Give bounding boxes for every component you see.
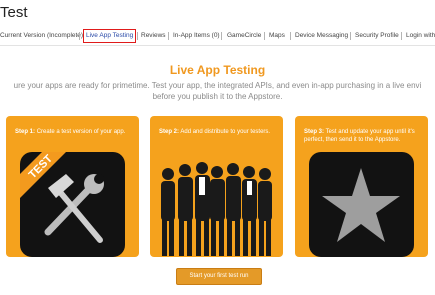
test-tools-icon: TEST: [20, 152, 125, 257]
tab-gamecircle[interactable]: GameCircle: [227, 29, 261, 43]
tab-bar: Current Version (Incomplete) Live App Te…: [0, 28, 435, 44]
step-2-caption: Step 2: Add and distribute to your teste…: [159, 128, 277, 136]
tab-separator: [137, 32, 138, 40]
tab-separator: [79, 32, 80, 40]
step-2-label: Step 2:: [159, 129, 180, 135]
tab-device-messaging[interactable]: Device Messaging: [295, 29, 348, 43]
tab-maps[interactable]: Maps: [269, 29, 285, 43]
intro-line-2: before you publish it to the Appstore.: [152, 92, 283, 101]
testers-group-icon: [154, 152, 279, 257]
tab-security-profile[interactable]: Security Profile: [355, 29, 399, 43]
start-test-run-button[interactable]: Start your first test run: [176, 268, 262, 285]
step-card-2: Step 2: Add and distribute to your teste…: [150, 116, 283, 257]
step-3-label: Step 3:: [304, 129, 325, 135]
tab-separator: [264, 32, 265, 40]
tab-separator: [401, 32, 402, 40]
page-heading: Live App Testing: [169, 63, 266, 77]
tab-separator: [221, 32, 222, 40]
step-card-1: Step 1: Create a test version of your ap…: [6, 116, 139, 257]
step-1-text: Create a test version of your app.: [36, 129, 126, 135]
step-card-3: Step 3: Test and update your app until i…: [295, 116, 428, 257]
step-3-caption: Step 3: Test and update your app until i…: [304, 128, 422, 144]
app-title: Test: [0, 4, 28, 21]
step-2-text: Add and distribute to your testers.: [180, 129, 271, 135]
tab-live-app-testing[interactable]: Live App Testing: [83, 29, 137, 43]
tab-current-version[interactable]: Current Version (Incomplete): [0, 29, 83, 43]
tab-login-with-amazon[interactable]: Login with A: [406, 29, 435, 43]
step-1-caption: Step 1: Create a test version of your ap…: [15, 128, 133, 136]
tab-divider: [0, 45, 435, 46]
star-app-icon: [309, 152, 414, 257]
tab-separator: [290, 32, 291, 40]
tab-separator: [168, 32, 169, 40]
page-intro: ure your apps are ready for primetime. T…: [0, 80, 435, 102]
tab-in-app-items[interactable]: In-App Items (0): [173, 29, 220, 43]
tab-reviews[interactable]: Reviews: [141, 29, 166, 43]
intro-line-1: ure your apps are ready for primetime. T…: [13, 81, 422, 90]
tab-separator: [350, 32, 351, 40]
step-1-label: Step 1:: [15, 129, 36, 135]
